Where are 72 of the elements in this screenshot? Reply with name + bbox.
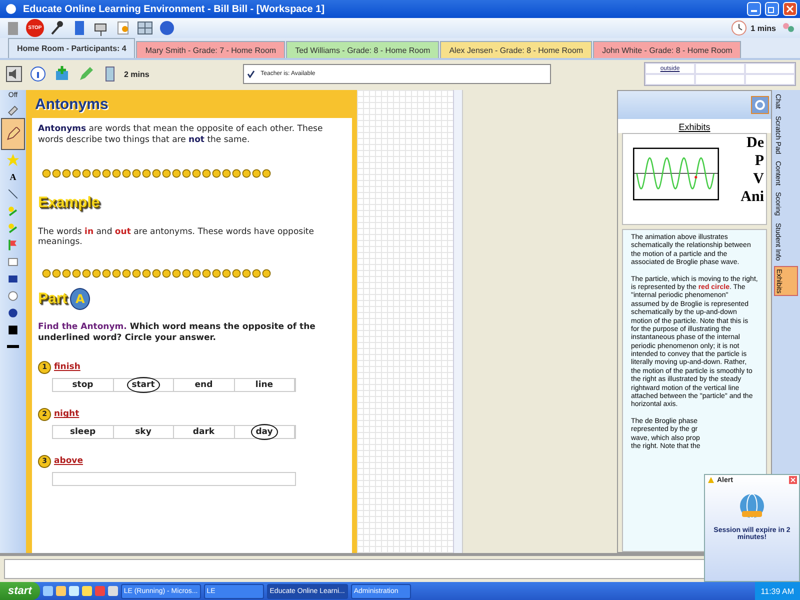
question-word: night bbox=[54, 409, 80, 420]
participant-tab[interactable]: Alex Jensen - Grade: 8 - Home Room bbox=[440, 41, 592, 58]
scrollbar[interactable] bbox=[453, 90, 462, 553]
settings-button[interactable] bbox=[751, 96, 769, 114]
line-icon bbox=[6, 186, 20, 200]
answer-option[interactable]: stop bbox=[67, 376, 98, 393]
exhibit-heading-fragment: Ani bbox=[740, 188, 764, 206]
start-button[interactable]: start bbox=[0, 582, 40, 600]
window-title: Educate Online Learning Environment - Bill Bill - [Workspace 1] bbox=[23, 4, 326, 14]
session-timer: 2 mins bbox=[124, 70, 150, 78]
close-icon bbox=[790, 477, 796, 483]
part-heading: Part bbox=[38, 290, 68, 308]
answer-option[interactable]: start bbox=[126, 376, 160, 393]
speaker-icon[interactable] bbox=[4, 64, 24, 84]
answer-option[interactable]: day bbox=[250, 424, 278, 440]
circle-tool[interactable] bbox=[5, 288, 21, 303]
line-width-icon bbox=[7, 345, 19, 348]
bell-icon bbox=[707, 476, 715, 484]
session-timer: 1 mins bbox=[750, 24, 776, 32]
question-word: above bbox=[54, 456, 83, 466]
example-heading: Example bbox=[38, 194, 100, 211]
question-word: finish bbox=[54, 362, 80, 372]
part-letter-badge: A bbox=[70, 288, 90, 310]
answer-option[interactable]: line bbox=[250, 376, 278, 393]
restore-button[interactable] bbox=[765, 2, 779, 16]
answer-option[interactable]: end bbox=[190, 376, 218, 393]
quick-launch-icon[interactable] bbox=[108, 586, 118, 596]
participant-tab[interactable]: Mary Smith - Grade: 7 - Home Room bbox=[136, 41, 286, 58]
close-button[interactable] bbox=[783, 2, 797, 16]
stamp-icon bbox=[6, 204, 20, 218]
star-tool[interactable] bbox=[5, 152, 21, 167]
circle-icon bbox=[6, 288, 20, 302]
app-icon bbox=[3, 1, 19, 17]
participant-tab[interactable]: John White - Grade: 8 - Home Room bbox=[593, 41, 742, 58]
exhibit-heading-fragment: V bbox=[753, 170, 764, 188]
star-icon bbox=[6, 152, 20, 166]
pencil-tool[interactable] bbox=[1, 118, 25, 150]
clock-icon bbox=[730, 20, 747, 36]
instruction-text: Find the Antonym. Which word means the opposite of the underlined word? Circle your answer. bbox=[38, 322, 316, 345]
answer-option[interactable]: sleep bbox=[64, 424, 101, 440]
quick-launch-icon[interactable] bbox=[42, 586, 53, 596]
info-icon[interactable] bbox=[28, 64, 48, 84]
layout-icon[interactable] bbox=[136, 19, 154, 37]
close-icon bbox=[786, 5, 794, 13]
example-text: The words in and out are antonyms. These words have opposite meanings. bbox=[38, 226, 315, 247]
check-icon bbox=[246, 70, 255, 78]
answer-option[interactable]: sky bbox=[130, 424, 156, 440]
color-icon bbox=[6, 322, 20, 336]
participant-tab[interactable]: Ted Williams - Grade: 8 - Home Room bbox=[286, 41, 440, 58]
exhibits-title: Exhibits bbox=[678, 122, 710, 132]
grid-cell bbox=[695, 74, 745, 85]
quick-launch-icon[interactable] bbox=[56, 586, 66, 596]
clock-text: 11:39 AM bbox=[760, 586, 794, 596]
grid-cell bbox=[745, 63, 795, 74]
stamp-icon bbox=[6, 220, 20, 234]
grid-cell bbox=[745, 74, 795, 85]
pencil-icon bbox=[6, 127, 20, 141]
minimize-button[interactable] bbox=[747, 2, 761, 16]
quick-launch-icon[interactable] bbox=[68, 586, 79, 596]
intro-text: Antonyms are words that mean the opposite of each other. These words describe two things that are not the same. bbox=[38, 124, 324, 147]
answer-option[interactable]: dark bbox=[188, 424, 220, 440]
quick-launch-icon[interactable] bbox=[82, 586, 92, 596]
exhibit-heading-fragment: P bbox=[754, 152, 764, 170]
restore-icon bbox=[768, 5, 776, 13]
worksheet-title: Antonyms bbox=[35, 96, 108, 112]
ring-icon bbox=[754, 99, 766, 111]
participant-tab[interactable]: Home Room - Participants: 4 bbox=[8, 38, 136, 58]
globe-icon bbox=[737, 491, 767, 521]
exhibit-heading-fragment: De bbox=[746, 134, 764, 152]
close-button[interactable] bbox=[789, 476, 797, 484]
text-tool[interactable]: A bbox=[5, 169, 21, 184]
filled-circle-icon bbox=[6, 306, 20, 320]
